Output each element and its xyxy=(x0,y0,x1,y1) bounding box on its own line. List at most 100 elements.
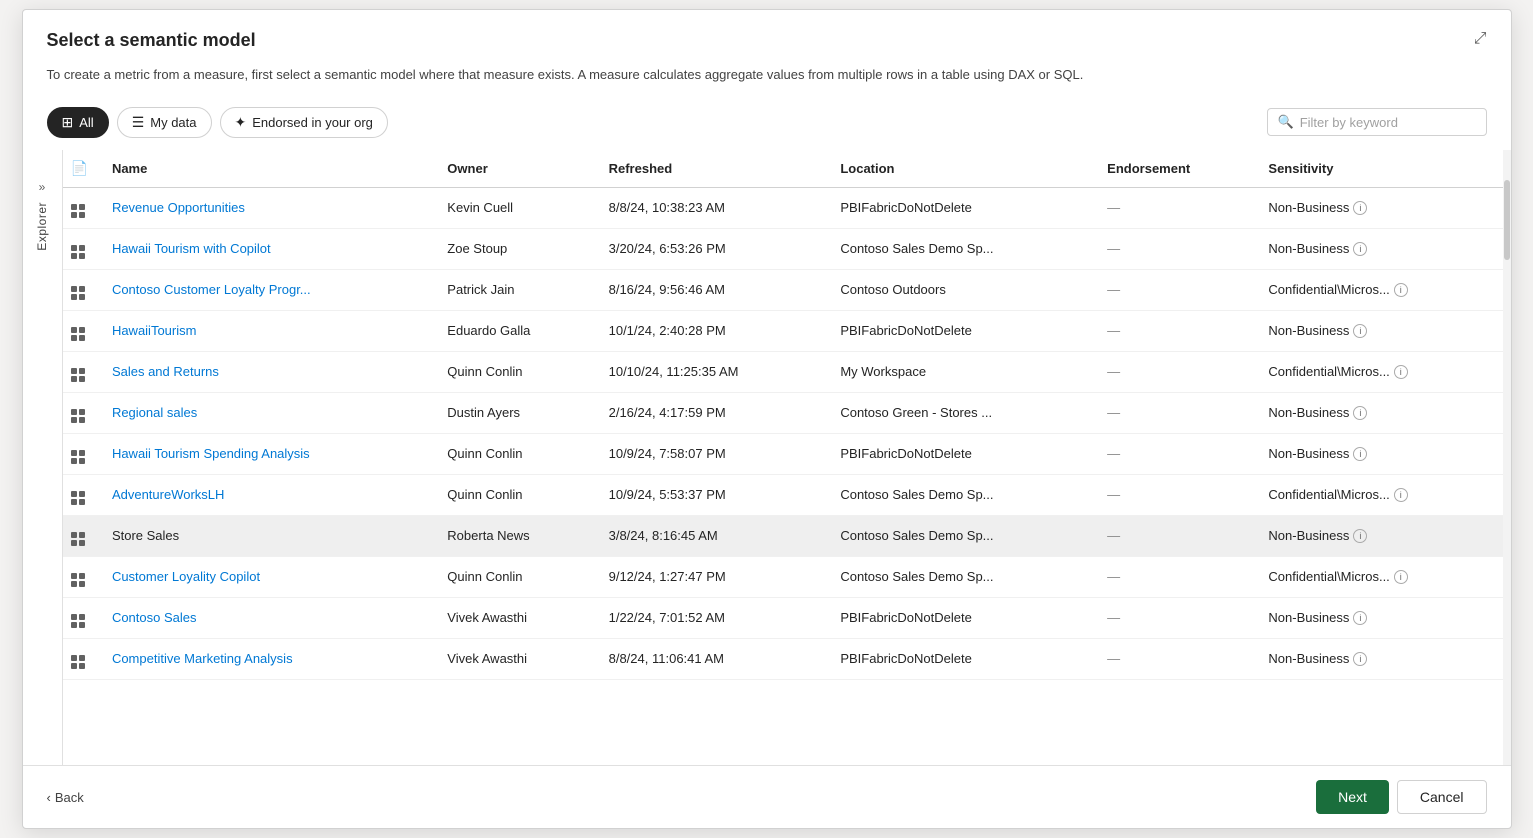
sensitivity-info-icon[interactable]: i xyxy=(1353,406,1367,420)
table-row[interactable]: Store Sales Roberta News 3/8/24, 8:16:45… xyxy=(63,515,1503,556)
row-icon-cell xyxy=(63,597,100,638)
sensitivity-info-icon[interactable]: i xyxy=(1353,201,1367,215)
cancel-button[interactable]: Cancel xyxy=(1397,780,1487,814)
tab-endorsed[interactable]: ✦Endorsed in your org xyxy=(220,107,388,138)
table-row[interactable]: HawaiiTourism Eduardo Galla 10/1/24, 2:4… xyxy=(63,310,1503,351)
row-item-icon xyxy=(71,245,85,259)
row-icon-cell xyxy=(63,515,100,556)
col-header-refreshed[interactable]: Refreshed xyxy=(597,150,829,188)
scrollbar[interactable] xyxy=(1503,150,1511,766)
expand-icon[interactable]: ⤢ xyxy=(1474,30,1487,48)
dialog-title: Select a semantic model xyxy=(47,30,256,51)
col-header-name[interactable]: Name xyxy=(100,150,435,188)
row-name-link[interactable]: Sales and Returns xyxy=(112,364,219,379)
tab-mydata[interactable]: ☰ My data xyxy=(117,107,212,138)
row-name-cell[interactable]: AdventureWorksLH xyxy=(100,474,435,515)
sensitivity-info-icon[interactable]: i xyxy=(1353,324,1367,338)
table-row[interactable]: Regional sales Dustin Ayers 2/16/24, 4:1… xyxy=(63,392,1503,433)
semantic-models-table: 📄 Name Owner Refreshed Location Endorsem… xyxy=(63,150,1503,680)
sensitivity-info-icon[interactable]: i xyxy=(1353,529,1367,543)
row-item-icon xyxy=(71,614,85,628)
mydata-tab-label: My data xyxy=(150,115,196,130)
row-name-link[interactable]: AdventureWorksLH xyxy=(112,487,224,502)
row-name-cell[interactable]: Store Sales xyxy=(100,515,435,556)
row-name-link[interactable]: Customer Loyality Copilot xyxy=(112,569,260,584)
back-button[interactable]: ‹ Back xyxy=(47,790,84,805)
row-refreshed-cell: 10/9/24, 7:58:07 PM xyxy=(597,433,829,474)
sensitivity-info-icon[interactable]: i xyxy=(1353,447,1367,461)
next-button[interactable]: Next xyxy=(1316,780,1389,814)
sidebar-chevron-icon[interactable]: » xyxy=(39,180,46,194)
row-name-cell[interactable]: Competitive Marketing Analysis xyxy=(100,638,435,679)
row-location-cell: My Workspace xyxy=(828,351,1095,392)
sidebar-label[interactable]: Explorer xyxy=(35,202,49,251)
sensitivity-info-icon[interactable]: i xyxy=(1394,488,1408,502)
col-header-endorsement[interactable]: Endorsement xyxy=(1095,150,1256,188)
search-icon: 🔍 xyxy=(1278,114,1294,130)
sensitivity-info-icon[interactable]: i xyxy=(1394,365,1408,379)
row-endorsement-cell: — xyxy=(1095,556,1256,597)
mydata-tab-icon: ☰ xyxy=(132,114,145,131)
row-sensitivity-cell: Non-Business i xyxy=(1256,433,1502,474)
all-tab-label: All xyxy=(79,115,93,130)
sensitivity-info-icon[interactable]: i xyxy=(1353,611,1367,625)
row-location-cell: PBIFabricDoNotDelete xyxy=(828,310,1095,351)
search-input[interactable] xyxy=(1300,115,1476,130)
row-sensitivity-cell: Non-Business i xyxy=(1256,228,1502,269)
row-owner-cell: Quinn Conlin xyxy=(435,474,596,515)
row-endorsement-cell: — xyxy=(1095,392,1256,433)
row-refreshed-cell: 10/1/24, 2:40:28 PM xyxy=(597,310,829,351)
row-sensitivity-cell: Non-Business i xyxy=(1256,310,1502,351)
row-name-cell[interactable]: Contoso Customer Loyalty Progr... xyxy=(100,269,435,310)
row-name-link[interactable]: Contoso Sales xyxy=(112,610,197,625)
row-location-cell: Contoso Green - Stores ... xyxy=(828,392,1095,433)
sensitivity-label: Non-Business xyxy=(1268,405,1349,420)
row-endorsement-cell: — xyxy=(1095,269,1256,310)
col-header-location[interactable]: Location xyxy=(828,150,1095,188)
row-name-cell[interactable]: Regional sales xyxy=(100,392,435,433)
table-row[interactable]: Customer Loyality Copilot Quinn Conlin 9… xyxy=(63,556,1503,597)
row-name-link[interactable]: HawaiiTourism xyxy=(112,323,197,338)
row-name-cell[interactable]: HawaiiTourism xyxy=(100,310,435,351)
row-name-link[interactable]: Regional sales xyxy=(112,405,197,420)
row-location-cell: PBIFabricDoNotDelete xyxy=(828,187,1095,228)
col-header-owner[interactable]: Owner xyxy=(435,150,596,188)
table-row[interactable]: Contoso Sales Vivek Awasthi 1/22/24, 7:0… xyxy=(63,597,1503,638)
row-refreshed-cell: 10/10/24, 11:25:35 AM xyxy=(597,351,829,392)
row-name-cell[interactable]: Revenue Opportunities xyxy=(100,187,435,228)
table-row[interactable]: Sales and Returns Quinn Conlin 10/10/24,… xyxy=(63,351,1503,392)
sensitivity-badge: Non-Business i xyxy=(1268,241,1367,256)
row-location-cell: Contoso Sales Demo Sp... xyxy=(828,515,1095,556)
tab-all[interactable]: ⊞All xyxy=(47,107,109,138)
row-name-link[interactable]: Competitive Marketing Analysis xyxy=(112,651,293,666)
row-refreshed-cell: 8/16/24, 9:56:46 AM xyxy=(597,269,829,310)
row-name-cell[interactable]: Customer Loyality Copilot xyxy=(100,556,435,597)
row-name-cell[interactable]: Contoso Sales xyxy=(100,597,435,638)
sensitivity-info-icon[interactable]: i xyxy=(1353,242,1367,256)
row-name-cell[interactable]: Hawaii Tourism with Copilot xyxy=(100,228,435,269)
sensitivity-label: Non-Business xyxy=(1268,200,1349,215)
endorsed-tab-label: Endorsed in your org xyxy=(252,115,373,130)
table-row[interactable]: Hawaii Tourism Spending Analysis Quinn C… xyxy=(63,433,1503,474)
sensitivity-info-icon[interactable]: i xyxy=(1394,570,1408,584)
scroll-thumb[interactable] xyxy=(1504,180,1510,260)
search-box[interactable]: 🔍 xyxy=(1267,108,1487,136)
row-name-cell[interactable]: Hawaii Tourism Spending Analysis xyxy=(100,433,435,474)
table-row[interactable]: Hawaii Tourism with Copilot Zoe Stoup 3/… xyxy=(63,228,1503,269)
row-location-cell: Contoso Sales Demo Sp... xyxy=(828,474,1095,515)
row-name-link[interactable]: Hawaii Tourism with Copilot xyxy=(112,241,271,256)
row-name-cell[interactable]: Sales and Returns xyxy=(100,351,435,392)
row-icon-cell xyxy=(63,269,100,310)
table-row[interactable]: AdventureWorksLH Quinn Conlin 10/9/24, 5… xyxy=(63,474,1503,515)
row-name-link[interactable]: Contoso Customer Loyalty Progr... xyxy=(112,282,311,297)
row-name-link[interactable]: Hawaii Tourism Spending Analysis xyxy=(112,446,310,461)
table-row[interactable]: Revenue Opportunities Kevin Cuell 8/8/24… xyxy=(63,187,1503,228)
table-row[interactable]: Competitive Marketing Analysis Vivek Awa… xyxy=(63,638,1503,679)
row-name-link[interactable]: Revenue Opportunities xyxy=(112,200,245,215)
sensitivity-info-icon[interactable]: i xyxy=(1394,283,1408,297)
row-sensitivity-cell: Non-Business i xyxy=(1256,638,1502,679)
row-item-icon xyxy=(71,655,85,669)
col-header-sensitivity[interactable]: Sensitivity xyxy=(1256,150,1502,188)
sensitivity-info-icon[interactable]: i xyxy=(1353,652,1367,666)
table-row[interactable]: Contoso Customer Loyalty Progr... Patric… xyxy=(63,269,1503,310)
